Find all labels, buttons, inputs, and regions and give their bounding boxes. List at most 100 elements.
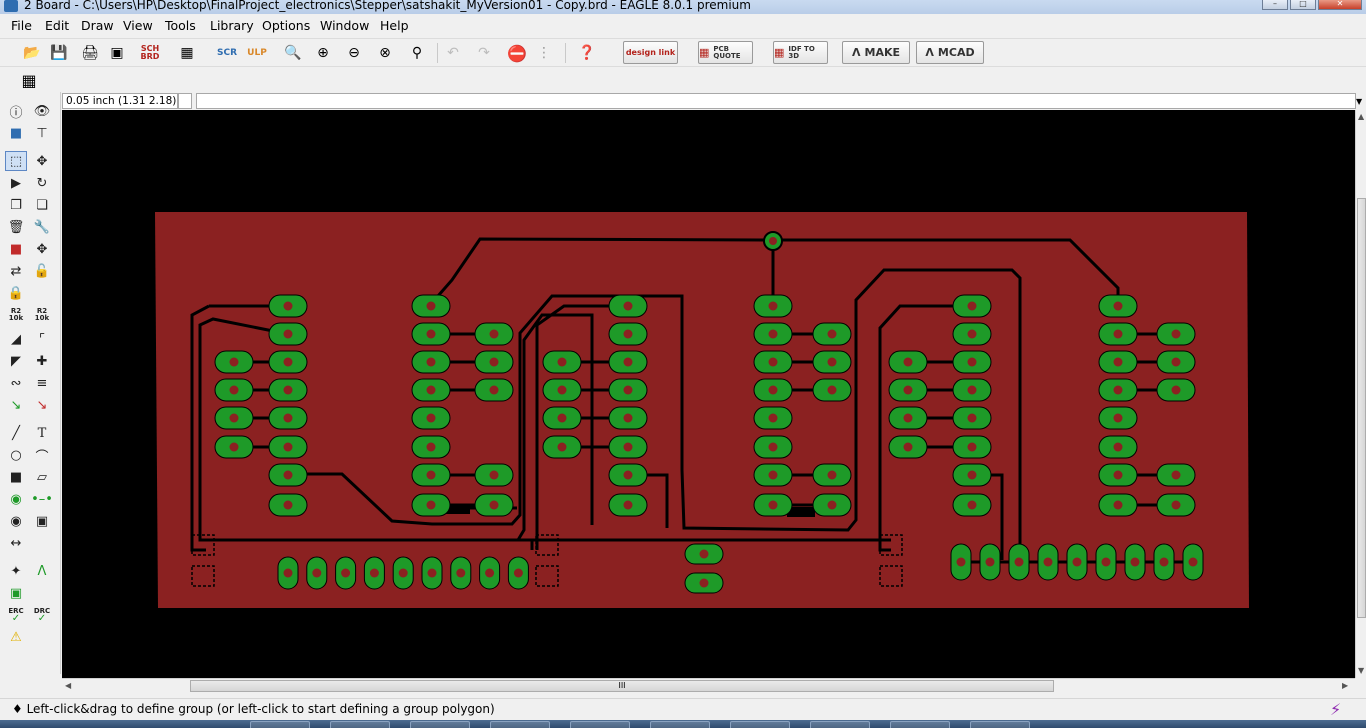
dimension-icon[interactable]: ↔ (5, 533, 27, 553)
value-tool-icon[interactable]: R2 10k (31, 305, 53, 325)
rotate-icon[interactable]: ↻ (31, 173, 53, 193)
split-icon[interactable]: ◤ (5, 351, 27, 371)
group-icon[interactable]: ⬚ (5, 151, 27, 171)
ripup-icon[interactable]: ↘ (31, 395, 53, 415)
wire-icon[interactable]: ╱ (5, 423, 27, 443)
taskbar-item[interactable] (810, 721, 870, 728)
taskbar-item[interactable] (490, 721, 550, 728)
print-icon[interactable]: 🖨 (78, 42, 102, 64)
taskbar-item[interactable] (970, 721, 1030, 728)
command-history-dropdown-icon[interactable]: ▼ (1356, 97, 1362, 106)
zoom-select-icon[interactable]: ⊗ (373, 42, 397, 64)
zoom-area-icon[interactable]: ⚲ (405, 42, 429, 64)
show-icon[interactable]: 👁 (31, 101, 53, 121)
replace-icon[interactable]: ✥ (31, 239, 53, 259)
scroll-left-icon[interactable]: ◀ (65, 681, 71, 690)
taskbar-item[interactable] (730, 721, 790, 728)
paste-icon[interactable]: ❏ (31, 195, 53, 215)
rect-icon[interactable]: ■ (5, 467, 27, 487)
undo-icon[interactable]: ↶ (441, 42, 465, 64)
via-icon[interactable]: ◉ (5, 489, 27, 509)
menu-view[interactable]: View (123, 18, 153, 33)
menu-tools[interactable]: Tools (165, 18, 196, 33)
arc-icon[interactable]: ⌒ (31, 445, 53, 465)
info-icon[interactable]: ⓘ (5, 101, 27, 121)
autorouter-icon[interactable]: Λ (31, 561, 53, 581)
name-tool-icon[interactable]: R2 10k (5, 305, 27, 325)
maximize-icon[interactable]: □ (1290, 0, 1316, 10)
help-icon[interactable]: ❓ (575, 42, 599, 64)
open-icon[interactable]: 📂 (20, 42, 44, 64)
pcb-quote-button[interactable]: ▦ PCB QUOTE (698, 41, 753, 64)
taskbar-item[interactable] (890, 721, 950, 728)
drc-button[interactable]: DRC ✓ (31, 605, 53, 625)
taskbar-item[interactable] (410, 721, 470, 728)
board-canvas[interactable] (62, 110, 1355, 678)
menu-window[interactable]: Window (320, 18, 369, 33)
delete-icon[interactable]: 🗑 (5, 217, 27, 237)
meander-icon[interactable]: ∾ (5, 373, 27, 393)
zoom-fit-icon[interactable]: 🔍 (281, 42, 305, 64)
slice-icon[interactable]: ≡ (31, 373, 53, 393)
taskbar-item[interactable] (330, 721, 390, 728)
ulp-icon[interactable]: ULP (245, 42, 269, 64)
horizontal-scroll-thumb[interactable]: III (190, 680, 1054, 692)
coordinate-unit-toggle[interactable] (178, 93, 192, 109)
taskbar-item[interactable] (570, 721, 630, 728)
mirror-icon[interactable]: ▶ (5, 173, 27, 193)
menu-draw[interactable]: Draw (81, 18, 114, 33)
mark-icon[interactable]: ⊤ (31, 123, 53, 143)
vertical-scrollbar[interactable]: ▲ ▼ (1355, 110, 1366, 678)
taskbar-item[interactable] (650, 721, 710, 728)
signal-icon[interactable]: •–• (31, 489, 53, 509)
attribute-icon[interactable]: ▣ (31, 511, 53, 531)
move-icon[interactable]: ✥ (31, 151, 53, 171)
scroll-down-icon[interactable]: ▼ (1358, 666, 1364, 675)
script-icon[interactable]: SCR (215, 42, 239, 64)
route-icon[interactable]: ↘ (5, 395, 27, 415)
vertical-scroll-thumb[interactable] (1357, 198, 1366, 618)
miter-icon[interactable]: ⌜ (31, 329, 53, 349)
menu-file[interactable]: File (11, 18, 32, 33)
display-layers-icon[interactable]: ■ (5, 123, 27, 143)
cam-icon[interactable]: ▣ (105, 42, 129, 64)
add-icon[interactable]: ■ (5, 239, 27, 259)
lightning-icon[interactable]: ⚡ (1330, 700, 1341, 719)
save-icon[interactable]: 💾 (47, 42, 71, 64)
design-block-icon[interactable]: ▣ (5, 583, 27, 603)
hole-icon[interactable]: ◉ (5, 511, 27, 531)
pcb-board-view[interactable] (62, 110, 1355, 678)
menu-options[interactable]: Options (262, 18, 310, 33)
zoom-in-icon[interactable]: ⊕ (311, 42, 335, 64)
swap-icon[interactable]: ⇄ (5, 261, 27, 281)
library-icon[interactable]: ▦ (175, 42, 199, 64)
make-button[interactable]: Λ MAKE (842, 41, 910, 64)
copy-icon[interactable]: ❐ (5, 195, 27, 215)
stop-icon[interactable]: ⛔ (505, 42, 529, 64)
menu-library[interactable]: Library (210, 18, 254, 33)
redo-icon[interactable]: ↷ (472, 42, 496, 64)
text-tool-icon[interactable]: T (31, 423, 53, 443)
minimize-icon[interactable]: – (1262, 0, 1288, 10)
taskbar-item[interactable] (250, 721, 310, 728)
grid-icon[interactable]: ▦ (17, 69, 41, 91)
menu-help[interactable]: Help (380, 18, 409, 33)
scroll-up-icon[interactable]: ▲ (1358, 112, 1364, 121)
close-icon[interactable]: ✕ (1318, 0, 1362, 10)
circle-icon[interactable]: ○ (5, 445, 27, 465)
zoom-out-icon[interactable]: ⊖ (342, 42, 366, 64)
menu-edit[interactable]: Edit (45, 18, 69, 33)
erc-button[interactable]: ERC ✓ (5, 605, 27, 625)
go-icon[interactable]: ⋮ (532, 42, 556, 64)
lock-open-icon[interactable]: 🔓 (31, 261, 53, 281)
ratsnest-icon[interactable]: ✦ (5, 561, 27, 581)
idf-to-3d-button[interactable]: ▦ IDF TO 3D (773, 41, 828, 64)
scroll-right-icon[interactable]: ▶ (1342, 681, 1348, 690)
sch-brd-icon[interactable]: SCH BRD (138, 42, 162, 64)
smash-icon[interactable]: ◢ (5, 329, 27, 349)
change-icon[interactable]: 🔧 (31, 217, 53, 237)
errors-warning-icon[interactable]: ⚠ (5, 627, 27, 647)
polygon-icon[interactable]: ▱ (31, 467, 53, 487)
command-input[interactable] (196, 93, 1356, 109)
design-link-button[interactable]: design link (623, 41, 678, 64)
